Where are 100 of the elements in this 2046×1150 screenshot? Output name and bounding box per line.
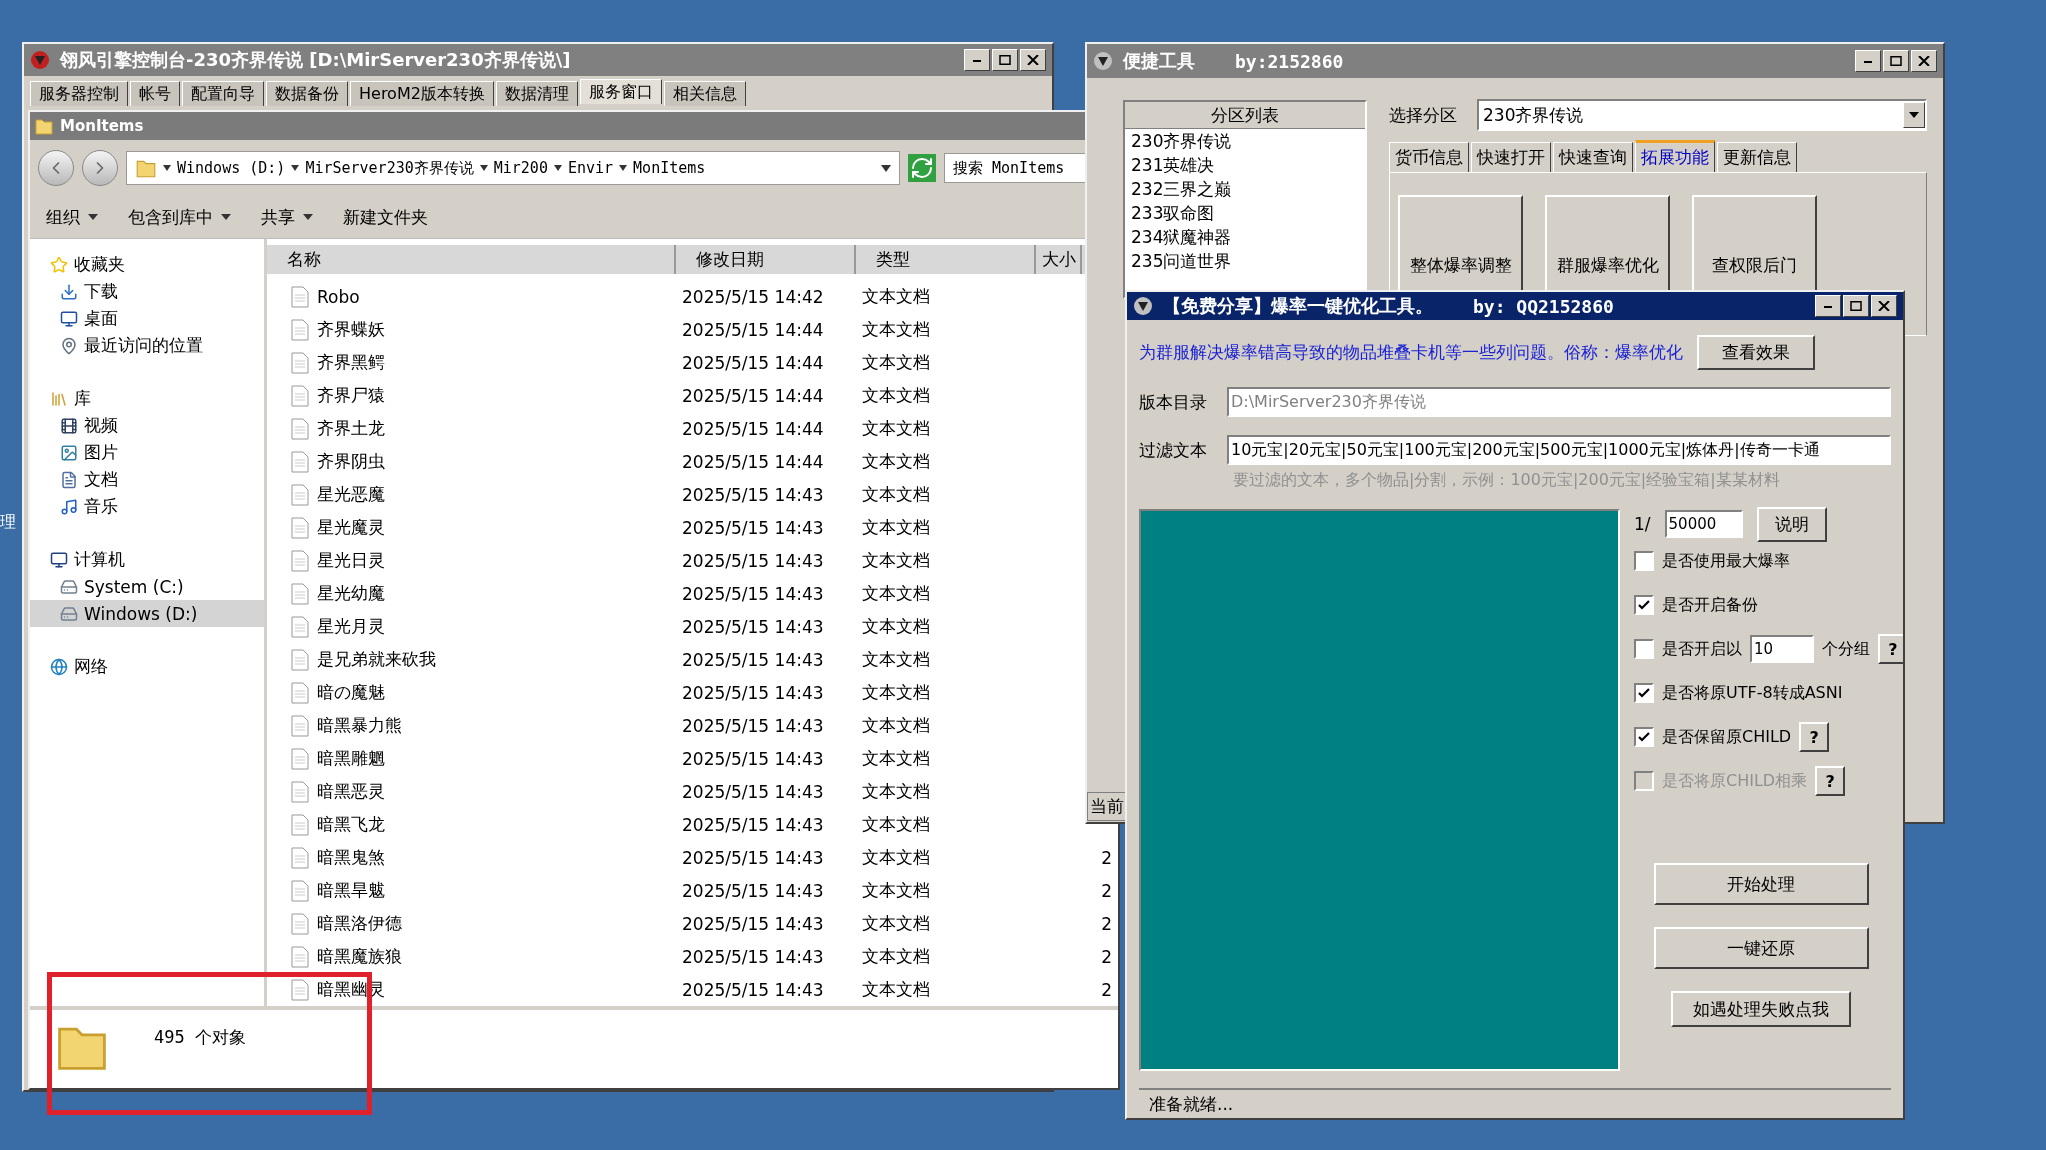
- nav-item[interactable]: 视频: [30, 412, 264, 439]
- tab[interactable]: HeroM2版本转换: [350, 81, 494, 106]
- column-header[interactable]: 大小: [1036, 245, 1082, 274]
- minimize-button[interactable]: [964, 49, 990, 71]
- minimize-icon: [972, 58, 982, 62]
- back-button[interactable]: [38, 150, 74, 186]
- file-name: Robo: [317, 286, 360, 307]
- maximize-button[interactable]: [1883, 50, 1909, 72]
- checkbox[interactable]: [1634, 727, 1654, 747]
- tab[interactable]: 相关信息: [663, 81, 746, 106]
- column-header[interactable]: 修改日期: [676, 245, 856, 274]
- nav-item[interactable]: 桌面: [30, 305, 264, 332]
- list-item[interactable]: 231英雄决: [1125, 153, 1365, 177]
- tab[interactable]: 快速查询: [1553, 142, 1633, 172]
- nav-item[interactable]: Windows (D:): [30, 600, 264, 627]
- tab[interactable]: 帐号: [130, 81, 180, 106]
- nav-item[interactable]: System (C:): [30, 573, 264, 600]
- checkbox[interactable]: [1634, 683, 1654, 703]
- info-button[interactable]: 说明: [1756, 506, 1827, 542]
- tab[interactable]: 更新信息: [1717, 142, 1797, 172]
- dropdown-icon[interactable]: [881, 164, 891, 172]
- tab[interactable]: 配置向导: [182, 81, 264, 106]
- toolbar-button[interactable]: 包含到库中: [128, 205, 231, 229]
- help-button[interactable]: ?: [1799, 722, 1830, 752]
- file-type: 文本文档: [861, 780, 931, 803]
- document-icon: [291, 450, 309, 473]
- location-icon: [60, 336, 78, 355]
- document-icon: [291, 615, 309, 638]
- refresh-icon[interactable]: [908, 154, 936, 182]
- dropdown-button[interactable]: [1903, 102, 1925, 128]
- nav-item[interactable]: 图片: [30, 439, 264, 466]
- minimize-button[interactable]: [1855, 50, 1881, 72]
- search-field[interactable]: 搜索 MonItems: [944, 153, 1087, 183]
- breadcrumb[interactable]: MonItems: [633, 159, 706, 177]
- list-item[interactable]: 233驭命图: [1125, 201, 1365, 225]
- partition-dropdown[interactable]: 230齐界传说: [1477, 99, 1927, 131]
- list-item[interactable]: 230齐界传说: [1125, 129, 1365, 153]
- document-icon: [291, 747, 309, 770]
- view-button[interactable]: 查看效果: [1697, 334, 1815, 370]
- tab[interactable]: 拓展功能: [1635, 140, 1715, 172]
- nav-item[interactable]: 最近访问的位置: [30, 332, 264, 359]
- forward-button[interactable]: [82, 150, 118, 186]
- action-button[interactable]: 开始处理: [1653, 863, 1869, 905]
- document-icon: [291, 846, 309, 869]
- nav-item[interactable]: 下载: [30, 278, 264, 305]
- tab[interactable]: 数据清理: [495, 81, 578, 106]
- breadcrumb[interactable]: MirServer230齐界传说: [305, 158, 474, 178]
- file-name: 星光月灵: [317, 615, 385, 638]
- column-header[interactable]: 类型: [856, 245, 1036, 274]
- document-icon: [291, 549, 309, 572]
- close-button[interactable]: [1911, 50, 1937, 72]
- file-type: 文本文档: [861, 450, 931, 473]
- file-type: 文本文档: [861, 549, 931, 572]
- list-item[interactable]: 234狱魔神器: [1125, 225, 1365, 249]
- desktop-label: 理: [0, 512, 16, 533]
- tab[interactable]: 数据备份: [266, 81, 348, 106]
- nav-item[interactable]: 网络: [30, 653, 264, 680]
- count-field[interactable]: 10: [1750, 635, 1814, 663]
- modified-date: 2025/5/15 14:43: [681, 913, 825, 934]
- nav-item[interactable]: 库: [30, 385, 264, 412]
- checkbox[interactable]: [1634, 639, 1654, 659]
- filter-field[interactable]: 10元宝|20元宝|50元宝|100元宝|200元宝|500元宝|1000元宝|炼体丹|传奇一卡通: [1227, 435, 1891, 465]
- minimize-button[interactable]: [1815, 295, 1841, 317]
- action-button[interactable]: 一键还原: [1653, 927, 1869, 969]
- list-item[interactable]: 235问道世界: [1125, 249, 1365, 273]
- toolbar-button[interactable]: 组织: [46, 205, 98, 229]
- toolbar-button[interactable]: 共享: [261, 205, 313, 229]
- nav-item[interactable]: 音乐: [30, 493, 264, 520]
- tab[interactable]: 服务窗口: [579, 79, 662, 104]
- directory-field[interactable]: D:\MirServer230齐界传说: [1227, 387, 1891, 417]
- nav-item[interactable]: 文档: [30, 466, 264, 493]
- status-text: 495 个对象: [154, 1026, 246, 1049]
- tab[interactable]: 快速打开: [1471, 142, 1551, 172]
- help-button[interactable]: ?: [1878, 634, 1903, 664]
- nav-item[interactable]: 收藏夹: [30, 251, 264, 278]
- file-type: 文本文档: [861, 516, 931, 539]
- rate-field[interactable]: 50000: [1664, 510, 1743, 538]
- breadcrumb[interactable]: Envir: [567, 159, 614, 177]
- breadcrumb[interactable]: Mir200: [493, 159, 548, 177]
- address-bar[interactable]: Windows (D:) MirServer230齐界传说 Mir200 Envir MonItems: [126, 151, 900, 185]
- tab[interactable]: 货币信息: [1389, 142, 1469, 172]
- checkbox[interactable]: [1634, 551, 1654, 571]
- file-type: 文本文档: [861, 945, 931, 968]
- toolbar-button[interactable]: 新建文件夹: [343, 205, 428, 229]
- list-item[interactable]: 232三界之巅: [1125, 177, 1365, 201]
- file-size: 2: [1100, 847, 1113, 868]
- column-header[interactable]: 名称: [267, 245, 676, 274]
- list-header: 分区列表: [1125, 102, 1365, 129]
- maximize-button[interactable]: [1843, 295, 1869, 317]
- tab[interactable]: 服务器控制: [30, 81, 128, 106]
- caret-icon: [553, 165, 562, 171]
- close-button[interactable]: [1871, 295, 1897, 317]
- checkbox[interactable]: [1634, 595, 1654, 615]
- caret-icon: [1909, 112, 1919, 118]
- nav-item[interactable]: 计算机: [30, 546, 264, 573]
- close-button[interactable]: [1020, 49, 1046, 71]
- breadcrumb[interactable]: Windows (D:): [177, 159, 286, 177]
- maximize-button[interactable]: [992, 49, 1018, 71]
- action-button[interactable]: 如遇处理失败点我: [1671, 991, 1851, 1027]
- drive-icon: [60, 577, 78, 596]
